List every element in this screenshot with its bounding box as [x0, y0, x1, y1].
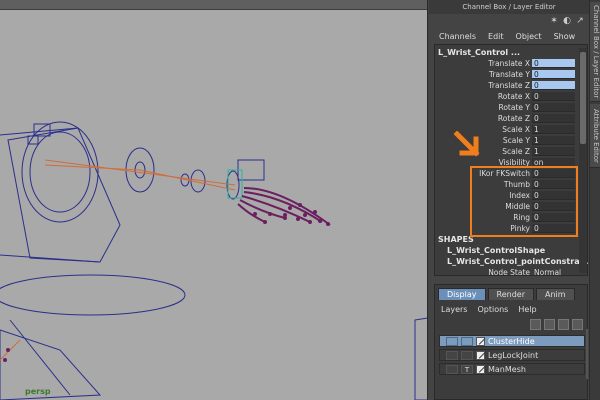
- layer-editor-tabs: Display Render Anim: [438, 288, 575, 300]
- side-tab-strip: Channel Box / Layer Editor Attribute Edi…: [589, 0, 600, 400]
- attr-label: Translate Z: [488, 81, 530, 90]
- viewport-3d[interactable]: persp: [0, 0, 428, 400]
- menu-object[interactable]: Object: [516, 32, 542, 41]
- attr-label: Scale X: [502, 125, 530, 134]
- attr-value[interactable]: 0: [532, 103, 575, 112]
- attr-value[interactable]: 1: [532, 125, 575, 134]
- tab-render[interactable]: Render: [487, 288, 534, 300]
- attr-label: Node State: [488, 268, 530, 277]
- attr-value[interactable]: 1: [532, 136, 575, 145]
- attr-row[interactable]: Translate Z0: [435, 81, 575, 91]
- layer-editor: Display Render Anim Layers Options Help …: [434, 284, 588, 400]
- layer-name: ClusterHide: [488, 337, 535, 346]
- display-type-toggle[interactable]: T: [461, 365, 473, 374]
- camera-label: persp: [25, 387, 51, 396]
- node-name[interactable]: L_Wrist_Control ...: [438, 48, 520, 57]
- menu-options[interactable]: Options: [477, 305, 508, 314]
- channel-box-menu: Channels Edit Object Show: [439, 32, 575, 41]
- scene-rig-drawing: [0, 121, 427, 400]
- attr-label: Translate Y: [488, 70, 530, 79]
- panel-icon-group: ✶ ◐ ↗: [549, 16, 585, 26]
- panel-title: Channel Box / Layer Editor: [429, 0, 589, 14]
- display-type-toggle[interactable]: [461, 351, 473, 360]
- tab-display[interactable]: Display: [438, 288, 486, 300]
- new-layer-from-selected-icon[interactable]: [544, 319, 555, 330]
- layer-row[interactable]: LegLockJoint: [439, 349, 585, 361]
- layer-name: LegLockJoint: [488, 351, 539, 360]
- attr-row[interactable]: Translate Y0: [435, 70, 575, 80]
- menu-edit[interactable]: Edit: [488, 32, 504, 41]
- attr-label: Rotate Z: [497, 114, 530, 123]
- pin-icon[interactable]: ↗: [575, 16, 585, 26]
- menu-channels[interactable]: Channels: [439, 32, 476, 41]
- attr-value[interactable]: Normal: [532, 268, 575, 277]
- menu-layers[interactable]: Layers: [441, 305, 467, 314]
- layer-color-swatch[interactable]: [476, 337, 485, 346]
- highlight-box-annotation: [470, 166, 578, 237]
- menu-help[interactable]: Help: [518, 305, 536, 314]
- attr-value[interactable]: 0: [532, 114, 575, 123]
- attr-label: Translate X: [488, 59, 530, 68]
- layer-color-swatch[interactable]: [476, 351, 485, 360]
- orange-arrow-annotation: [454, 131, 480, 157]
- layer-scrollbar[interactable]: [586, 329, 588, 379]
- sparkle-icon[interactable]: ✶: [549, 16, 559, 26]
- attr-value[interactable]: 0: [532, 81, 575, 90]
- shape-item[interactable]: L_Wrist_ControlShape: [447, 246, 545, 255]
- scroll-thumb[interactable]: [580, 52, 586, 144]
- menu-show[interactable]: Show: [554, 32, 576, 41]
- layer-name: ManMesh: [488, 365, 526, 374]
- attr-label: Scale Z: [502, 147, 530, 156]
- attr-label: Scale Y: [502, 136, 530, 145]
- attr-value[interactable]: 0: [532, 92, 575, 101]
- attr-row[interactable]: Rotate Z0: [435, 114, 575, 124]
- layer-row[interactable]: ClusterHide: [439, 335, 585, 347]
- attr-label: Rotate X: [497, 92, 530, 101]
- move-layer-down-icon[interactable]: [572, 319, 583, 330]
- attr-row[interactable]: Rotate Y0: [435, 103, 575, 113]
- attr-row-node-state[interactable]: Node State Normal: [435, 268, 575, 278]
- layer-color-swatch[interactable]: [476, 365, 485, 374]
- visibility-toggle[interactable]: [446, 337, 458, 346]
- tab-attribute-editor[interactable]: Attribute Editor: [590, 104, 600, 168]
- layer-tool-icons: [530, 319, 583, 330]
- move-layer-up-icon[interactable]: [558, 319, 569, 330]
- shape-item[interactable]: L_Wrist_Control_pointConstrai...: [447, 257, 591, 266]
- attr-row[interactable]: Rotate X0: [435, 92, 575, 102]
- visibility-toggle[interactable]: [446, 351, 458, 360]
- tab-anim[interactable]: Anim: [535, 288, 575, 300]
- attr-label: Rotate Y: [498, 103, 530, 112]
- display-type-toggle[interactable]: [461, 337, 473, 346]
- layer-row[interactable]: T ManMesh: [439, 363, 585, 375]
- visibility-toggle[interactable]: [446, 365, 458, 374]
- new-layer-icon[interactable]: [530, 319, 541, 330]
- attr-row[interactable]: Translate X0: [435, 59, 575, 69]
- globe-icon[interactable]: ◐: [562, 16, 572, 26]
- attr-value[interactable]: 1: [532, 147, 575, 156]
- shapes-header: SHAPES: [438, 235, 474, 244]
- tab-channel-box-layer-editor[interactable]: Channel Box / Layer Editor: [590, 2, 600, 102]
- attr-value[interactable]: 0: [532, 59, 575, 68]
- channel-box-scrollbar[interactable]: [579, 48, 587, 273]
- attr-value[interactable]: 0: [532, 70, 575, 79]
- layer-menu: Layers Options Help: [441, 305, 537, 314]
